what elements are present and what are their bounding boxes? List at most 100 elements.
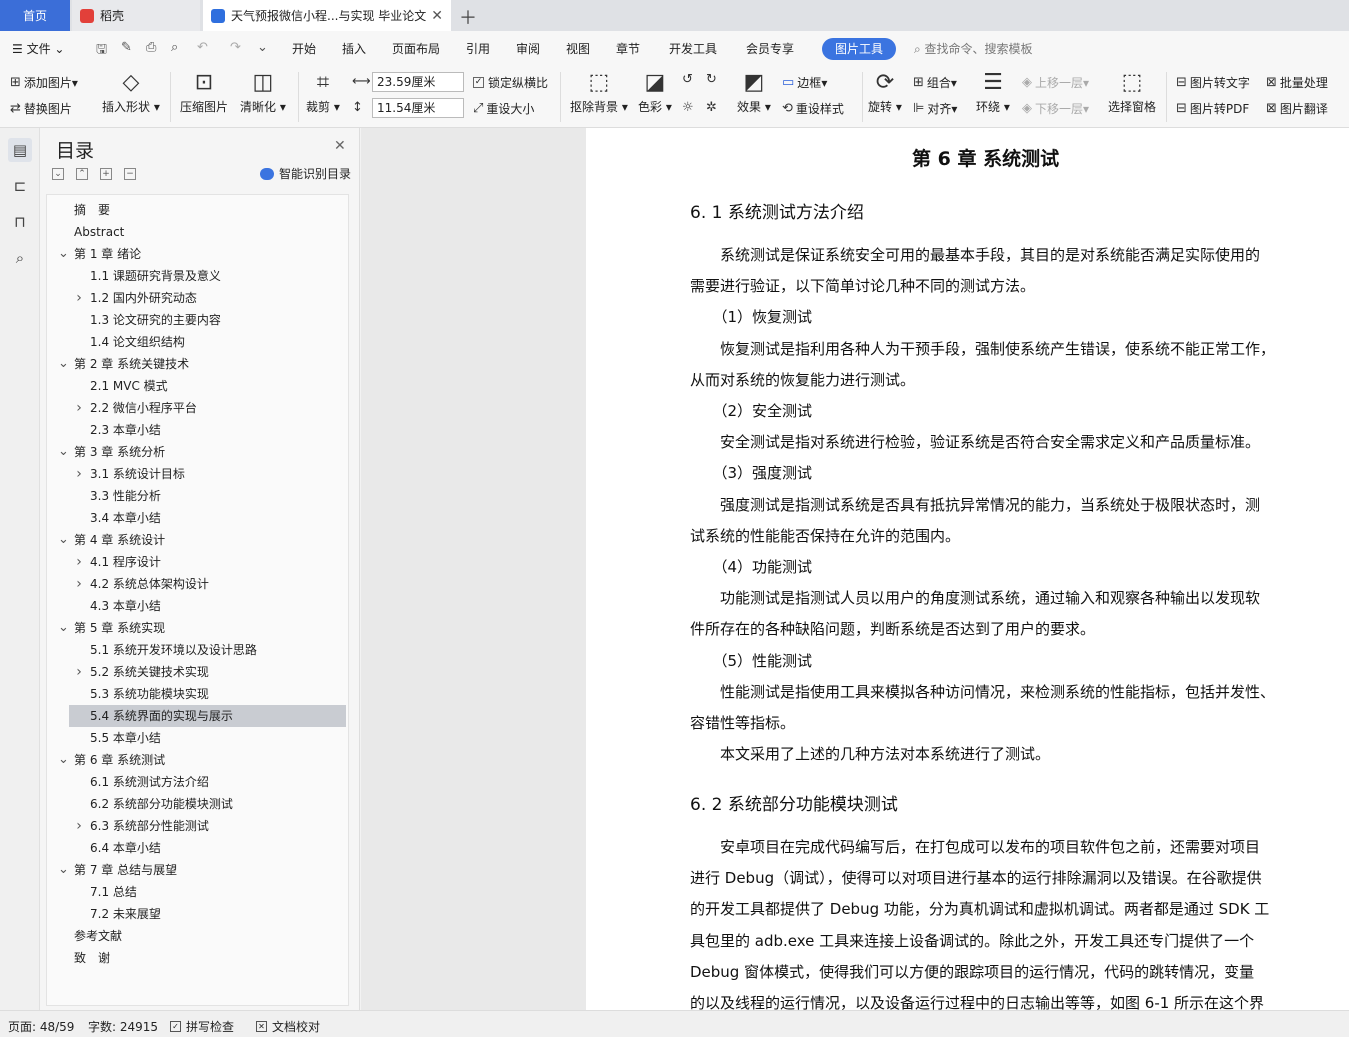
toc-item-label: 7.2 未来展望 (90, 907, 161, 921)
reset-size-button[interactable]: ⤢ 重设大小 (473, 100, 534, 117)
label: 重设大小 (486, 102, 535, 116)
send-backward-button[interactable]: ◈ 下移一层 ▾ (1022, 100, 1089, 117)
add-item-icon[interactable]: + (100, 168, 112, 180)
close-panel-icon[interactable]: ✕ (334, 138, 346, 154)
chevron-down-icon[interactable]: ⌄ (58, 353, 69, 375)
close-tab-icon[interactable]: ✕ (431, 8, 443, 24)
bookmark-icon[interactable]: ⊓ (8, 210, 32, 234)
menu-member[interactable]: 会员专享 (746, 40, 794, 57)
label: 抠除背景 (570, 100, 619, 114)
chevron-right-icon[interactable]: › (74, 287, 84, 309)
crop-button[interactable]: ⌗ 裁剪 ▾ (306, 68, 340, 115)
tab-home[interactable]: 首页 (0, 0, 70, 31)
image-to-text-button[interactable]: ⊟ 图片转文字 (1176, 74, 1250, 91)
search-icon[interactable]: ⌕ (8, 246, 32, 270)
send-backward-icon: ◈ (1022, 101, 1032, 116)
save-icon[interactable]: 🖫 (96, 40, 107, 62)
toc-item-label: 第 1 章 绪论 (74, 247, 142, 261)
section-heading: 6. 1 系统测试方法介绍 (690, 203, 864, 223)
chapter-nav-icon[interactable]: ⊏ (8, 174, 32, 198)
chevron-down-icon[interactable]: ⌄ (58, 529, 69, 551)
image-to-pdf-button[interactable]: ⊟ 图片转PDF (1176, 100, 1249, 117)
rotate-left-icon[interactable]: ↺ (682, 72, 696, 87)
selection-pane-button[interactable]: ⬚ 选择窗格 (1108, 68, 1156, 115)
height-input[interactable]: 11.54厘米 (372, 98, 464, 118)
chevron-right-icon[interactable]: › (74, 397, 84, 419)
menu-reference[interactable]: 引用 (466, 40, 490, 57)
tab-daoke[interactable]: 稻壳 (72, 0, 200, 31)
proofread-button[interactable]: ✕ 文档校对 (256, 1018, 320, 1035)
color-icon: ◪ (644, 70, 666, 95)
chevron-right-icon[interactable]: › (74, 573, 84, 595)
tab-document[interactable]: 天气预报微信小程...与实现 毕业论文 ✕ (203, 0, 451, 31)
wrap-button[interactable]: ☰ 环绕 ▾ (976, 68, 1010, 115)
chevron-down-icon[interactable]: ⌄ (58, 749, 69, 771)
color-button[interactable]: ◪ 色彩 ▾ (638, 68, 672, 115)
menu-view[interactable]: 视图 (566, 40, 590, 57)
menu-review[interactable]: 审阅 (516, 40, 540, 57)
document-page[interactable]: 第 6 章 系统测试 6. 1 系统测试方法介绍 6. 2 系统部分功能模块测试… (586, 128, 1349, 1012)
smart-toc-button[interactable]: 智能识别目录 (260, 165, 351, 182)
chevron-down-icon[interactable]: ⌄ (58, 441, 69, 463)
redo-icon[interactable]: ↷ (230, 40, 241, 55)
bring-forward-button[interactable]: ◈ 上移一层 ▾ (1022, 74, 1089, 91)
print-preview-icon[interactable]: ⌕ (171, 40, 178, 55)
page-count[interactable]: 页面: 48/59 (8, 1018, 74, 1035)
image-translate-button[interactable]: ⊠ 图片翻译 (1266, 100, 1328, 117)
toc-item[interactable]: 5.4 系统界面的实现与展示 (69, 705, 346, 727)
border-button[interactable]: ▭ 边框 ▾ (782, 74, 827, 91)
chevron-down-icon[interactable]: ⌄ (58, 243, 69, 265)
chevron-right-icon[interactable]: › (74, 815, 84, 837)
rotate-right-icon[interactable]: ↻ (706, 72, 720, 87)
writer-doc-icon (211, 8, 225, 23)
file-menu[interactable]: ☰ 文件 ⌄ (12, 40, 64, 57)
replace-image-button[interactable]: ⇄ 替换图片 (10, 100, 72, 117)
new-tab-icon[interactable]: ＋ (459, 4, 477, 30)
insert-shape-button[interactable]: ◇ 插入形状 ▾ (102, 68, 160, 115)
effects-button[interactable]: ◩ 效果 ▾ (737, 68, 771, 115)
menu-start[interactable]: 开始 (292, 40, 316, 57)
chevron-down-icon[interactable]: ⌄ (58, 617, 69, 639)
add-image-button[interactable]: ⊞ 添加图片 ▾ (10, 74, 78, 91)
expand-up-icon[interactable]: ⌃ (76, 168, 88, 180)
more-icon[interactable]: ⌄ (257, 40, 268, 55)
sharpen-button[interactable]: ◫ 清晰化 ▾ (240, 68, 286, 115)
group-button[interactable]: ⊞ 组合 ▾ (913, 74, 957, 91)
lock-ratio-checkbox[interactable]: ✓ 锁定纵横比 (473, 74, 548, 91)
chapter-heading: 第 6 章 系统测试 (912, 148, 1060, 170)
menu-picture-tools[interactable]: 图片工具 (822, 38, 896, 60)
format-painter-icon[interactable]: ✎ (121, 40, 132, 55)
label: 边框 (797, 76, 822, 90)
print-icon[interactable]: ⎙ (146, 40, 156, 55)
chevron-down-icon[interactable]: ⌄ (58, 859, 69, 881)
chevron-right-icon[interactable]: › (74, 661, 84, 683)
menu-layout[interactable]: 页面布局 (392, 40, 440, 57)
menu-insert[interactable]: 插入 (342, 40, 366, 57)
tab-label: 稻壳 (100, 9, 125, 23)
toc-panel-icon[interactable]: ▤ (8, 138, 32, 162)
remove-background-button[interactable]: ⬚ 抠除背景 ▾ (570, 68, 628, 115)
width-input[interactable]: 23.59厘米 (372, 72, 464, 92)
chevron-right-icon[interactable]: › (74, 463, 84, 485)
rotate-button[interactable]: ⟳ 旋转 ▾ (868, 68, 902, 115)
reset-style-button[interactable]: ⟲ 重设样式 (782, 100, 844, 117)
compress-image-button[interactable]: ⊡ 压缩图片 (180, 68, 228, 115)
chevron-right-icon[interactable]: › (74, 551, 84, 573)
menu-developer[interactable]: 开发工具 (669, 40, 717, 57)
batch-process-button[interactable]: ⊠ 批量处理 (1266, 74, 1328, 91)
toc-title: 目录 (56, 140, 95, 162)
brightness-down-icon[interactable]: ✲ (706, 100, 720, 115)
rotate-icon: ⟳ (875, 70, 895, 95)
collapse-all-icon[interactable]: ⌄ (52, 168, 64, 180)
divider (560, 72, 561, 122)
align-button[interactable]: ⊫ 对齐 ▾ (913, 100, 957, 117)
paragraph-line: （4）功能测试 (690, 558, 813, 576)
menu-chapter[interactable]: 章节 (616, 40, 640, 57)
remove-item-icon[interactable]: − (124, 168, 136, 180)
brightness-up-icon[interactable]: ☼ (682, 100, 697, 115)
command-search[interactable]: ⌕ 查找命令、搜索模板 (914, 40, 1033, 57)
spell-check-button[interactable]: ✓ 拼写检查 (170, 1018, 234, 1035)
undo-icon[interactable]: ↶ (197, 40, 208, 55)
effects-icon: ◩ (743, 70, 765, 95)
word-count[interactable]: 字数: 24915 (88, 1018, 158, 1035)
